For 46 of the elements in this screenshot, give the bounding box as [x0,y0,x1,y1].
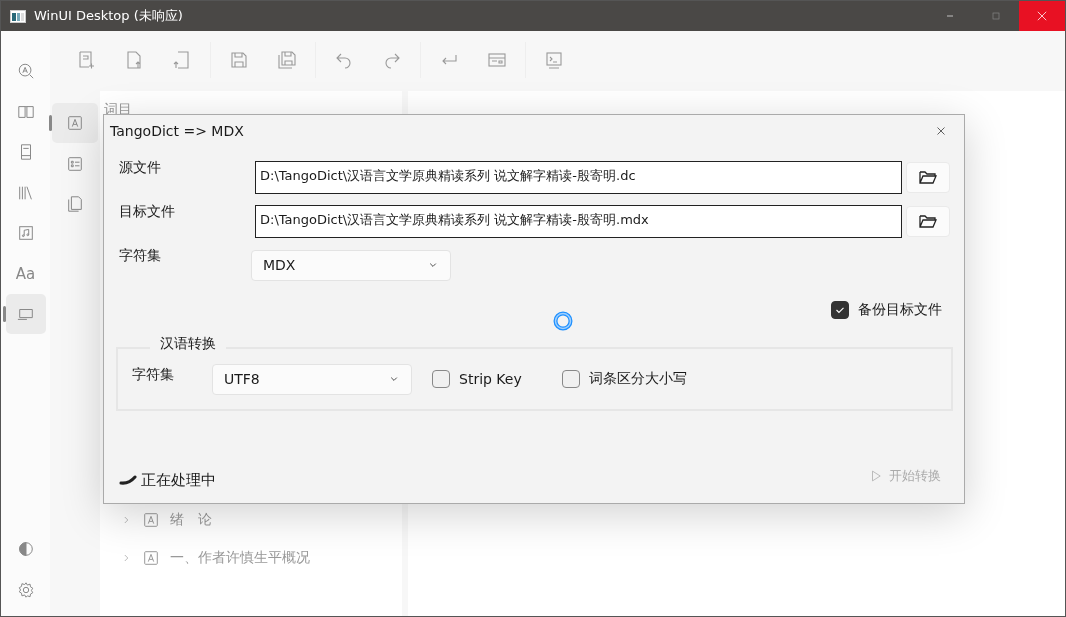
dialog-title: TangoDict => MDX [110,123,245,139]
field-label: 字符集 [132,365,175,384]
path-field[interactable]: D:\TangoDict\汉语言文学原典精读系列 说文解字精读-殷寄明.mdx [255,204,902,238]
field-label: 目标文件 [119,202,176,221]
save-all-icon [277,50,297,70]
tree-label: 一、作者许慎生平概况 [170,549,310,567]
terminal-icon [544,50,564,70]
letter-icon [142,511,160,529]
library-icon [16,183,35,202]
browse-button[interactable] [906,205,950,237]
app-icon [10,9,26,23]
form-icon [487,50,507,70]
contrast-icon [16,540,35,558]
field-label: 字符集 [119,246,162,265]
path-field[interactable]: D:\TangoDict\汉语言文学原典精读系列 说文解字精读-殷寄明.dc [255,160,902,194]
spinner-icon [552,310,574,332]
dropdown[interactable]: MDX [251,249,451,281]
window-title: WinUI Desktop (未响应) [34,7,184,25]
checkbox[interactable]: 词条区分大小写 [561,370,687,388]
settings-icon [16,580,35,599]
progress-ring-icon [119,475,137,485]
tree-label: 绪 论 [170,511,212,529]
status-text: 正在处理中 [141,470,217,490]
new-document-icon [76,50,96,70]
close-icon [1035,9,1049,23]
dropdown[interactable]: UTF8 [212,363,412,395]
file-import-icon [172,50,192,70]
file-upload-icon [124,50,144,70]
letter-icon [66,114,84,132]
play-icon [869,469,883,483]
nav-item[interactable] [52,103,98,143]
letter-icon [142,549,160,567]
music-note-icon [16,224,35,242]
font-button[interactable]: Aa [5,253,46,294]
checkbox[interactable]: 备份目标文件 [831,301,942,319]
save-icon [229,50,249,70]
checkbox[interactable]: Strip Key [432,370,522,388]
copy-icon [66,195,84,213]
list-icon [66,154,84,173]
nav-item[interactable] [5,294,46,334]
maximize-icon [990,10,1002,22]
search-icon [16,62,35,80]
field-label: 源文件 [119,158,162,177]
close-button[interactable] [1019,1,1065,31]
group-title: 汉语转换 [150,335,226,353]
browse-button[interactable] [906,161,950,193]
